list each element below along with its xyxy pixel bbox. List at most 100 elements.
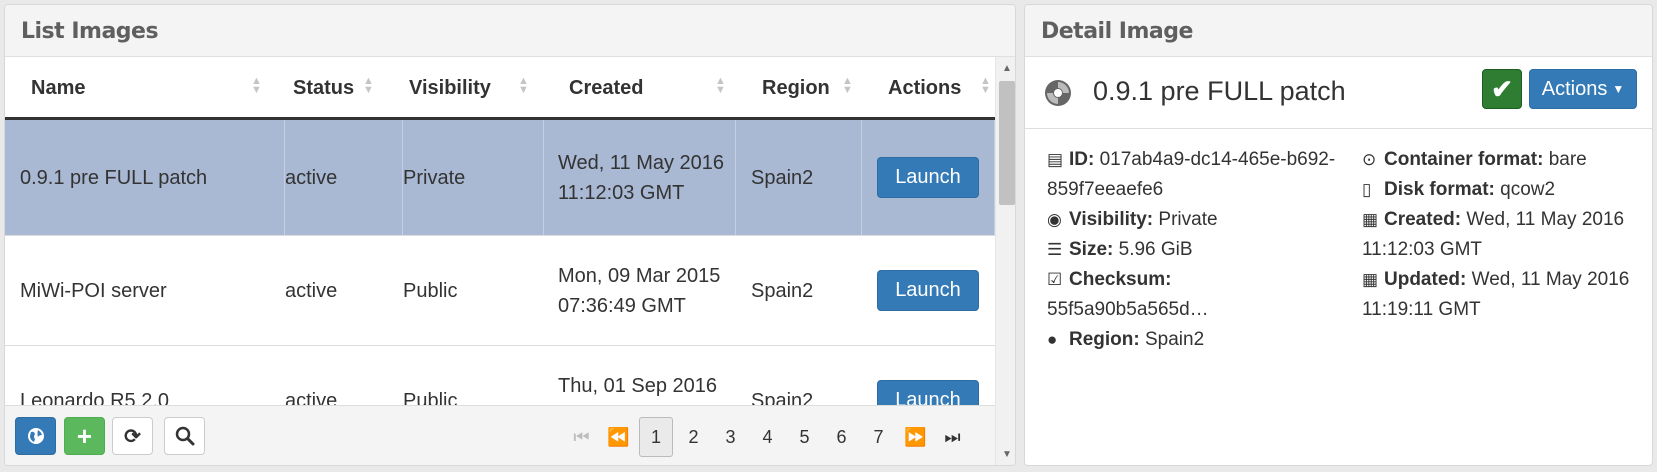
globe-icon: ●: [1047, 330, 1058, 349]
detail-disk-format: ▯ Disk format: qcow2: [1362, 175, 1647, 205]
check-button[interactable]: ✔: [1482, 69, 1522, 109]
table-row[interactable]: 0.9.1 pre FULL patch active Private Wed,…: [5, 120, 995, 236]
server-icon: ☰: [1047, 240, 1063, 259]
column-header-status[interactable]: Status ▲ ▼: [285, 57, 403, 117]
cell-status: active: [285, 120, 403, 235]
disc-icon: [1045, 80, 1071, 106]
add-image-button[interactable]: +: [64, 417, 105, 455]
page-button[interactable]: 4: [749, 417, 786, 457]
scroll-down-arrow-icon[interactable]: ▼: [1002, 449, 1012, 460]
images-table: Name ▲ ▼ Status ▲ ▼ Visibility ▲ ▼ Created …: [5, 57, 995, 405]
dot-circle-icon: ⊙: [1362, 150, 1377, 169]
id-card-icon: ▤: [1047, 150, 1064, 169]
check-square-icon: ☑: [1047, 270, 1063, 289]
list-footer-toolbar: + ⟳ ⏮ ⏪ 1 2 3 4 5 6 7 ⏩ ⏭: [5, 405, 995, 465]
launch-button[interactable]: Launch: [877, 380, 979, 405]
scroll-up-arrow-icon[interactable]: ▲: [1002, 63, 1012, 74]
cell-created: Mon, 09 Mar 2015 07:36:49 GMT: [558, 264, 721, 317]
cell-visibility: Private: [403, 120, 544, 235]
calendar-icon: ▦: [1362, 210, 1379, 229]
checksum-label: Checksum:: [1069, 269, 1172, 290]
cell-created: Wed, 11 May 2016 11:12:03 GMT: [544, 120, 736, 235]
disk-format-value: qcow2: [1500, 179, 1556, 200]
column-header-visibility[interactable]: Visibility ▲ ▼: [403, 57, 544, 117]
refresh-button[interactable]: ⟳: [112, 417, 153, 455]
file-icon: ▯: [1362, 180, 1372, 199]
launch-button[interactable]: Launch: [877, 157, 979, 198]
size-label: Size:: [1069, 239, 1114, 260]
eye-icon: ◉: [1047, 210, 1062, 229]
detail-image-panel: Detail Image 0.9.1 pre FULL patch ✔ Acti…: [1024, 4, 1653, 466]
cell-region: Spain2: [751, 389, 814, 406]
cell-visibility: Public: [403, 279, 458, 302]
refresh-icon: ⟳: [124, 425, 141, 448]
actions-label: Actions: [1541, 77, 1608, 100]
sort-icon: ▲ ▼: [715, 75, 726, 96]
detail-info-left: ▤ ID: 017ab4a9-dc14-465e-b692-859f7eeaefe…: [1047, 145, 1337, 355]
column-visibility-label: Visibility: [409, 77, 491, 99]
cell-status: active: [285, 279, 338, 302]
cell-status: active: [285, 389, 338, 406]
check-icon: ✔: [1491, 73, 1513, 104]
table-scrollbar[interactable]: ▲ ▼: [995, 57, 1015, 465]
actions-dropdown-button[interactable]: Actions ▼: [1529, 69, 1637, 109]
cell-actions: Launch: [862, 236, 995, 345]
first-page-icon[interactable]: ⏮: [563, 417, 600, 457]
region-value: Spain2: [1145, 329, 1205, 350]
sort-icon: ▲ ▼: [251, 75, 262, 96]
cell-actions: Launch: [862, 346, 995, 405]
cell-name: MiWi-POI server: [20, 279, 167, 302]
cell-actions: Launch: [862, 120, 995, 235]
updated-label: Updated:: [1384, 269, 1467, 290]
detail-image-header: 0.9.1 pre FULL patch ✔ Actions ▼: [1025, 57, 1652, 129]
created-label: Created:: [1384, 209, 1462, 230]
detail-image-name: 0.9.1 pre FULL patch: [1093, 76, 1346, 106]
search-icon: [175, 426, 194, 446]
page-button[interactable]: 3: [712, 417, 749, 457]
search-button[interactable]: [164, 417, 205, 455]
detail-panel-title: Detail Image: [1041, 19, 1193, 44]
plus-icon: +: [76, 420, 93, 451]
next-page-icon[interactable]: ⏩: [897, 417, 934, 457]
table-row[interactable]: Leonardo R5 2.0 active Public Thu, 01 Se…: [5, 346, 995, 405]
globe-button[interactable]: [15, 417, 56, 455]
last-page-icon[interactable]: ⏭: [934, 417, 971, 457]
page-button[interactable]: 6: [823, 417, 860, 457]
page-button[interactable]: 5: [786, 417, 823, 457]
detail-checksum: ☑ Checksum: 55f5a90b5a565d…: [1047, 265, 1337, 325]
detail-size: ☰ Size: 5.96 GiB: [1047, 235, 1337, 265]
column-header-actions[interactable]: Actions ▲ ▼: [862, 57, 995, 117]
page-button[interactable]: 2: [675, 417, 712, 457]
scrollbar-thumb[interactable]: [999, 81, 1015, 205]
column-created-label: Created: [569, 77, 644, 99]
launch-button[interactable]: Launch: [877, 270, 979, 311]
detail-id: ▤ ID: 017ab4a9-dc14-465e-b692-859f7eeaefe…: [1047, 145, 1337, 205]
detail-created: ▦ Created: Wed, 11 May 2016 11:12:03 GMT: [1362, 205, 1647, 265]
detail-panel-header: Detail Image: [1025, 5, 1652, 57]
pagination: ⏮ ⏪ 1 2 3 4 5 6 7 ⏩ ⏭: [563, 417, 971, 457]
sort-icon: ▲ ▼: [518, 75, 529, 96]
checksum-value: 55f5a90b5a565d…: [1047, 299, 1209, 320]
visibility-value: Private: [1158, 209, 1218, 230]
detail-visibility: ◉ Visibility: Private: [1047, 205, 1337, 235]
size-value: 5.96 GiB: [1118, 239, 1193, 260]
column-name-label: Name: [31, 77, 86, 99]
column-actions-label: Actions: [888, 77, 962, 99]
id-label: ID:: [1069, 149, 1095, 170]
cell-name: 0.9.1 pre FULL patch: [5, 120, 285, 235]
list-panel-header: List Images: [5, 5, 1015, 57]
column-header-region[interactable]: Region ▲ ▼: [736, 57, 862, 117]
column-header-name[interactable]: Name ▲ ▼: [5, 57, 285, 117]
column-region-label: Region: [762, 77, 830, 99]
container-format-label: Container format:: [1384, 149, 1544, 170]
sort-icon: ▲ ▼: [842, 75, 853, 96]
column-header-created[interactable]: Created ▲ ▼: [544, 57, 736, 117]
table-row[interactable]: MiWi-POI server active Public Mon, 09 Ma…: [5, 236, 995, 346]
prev-page-icon[interactable]: ⏪: [600, 417, 637, 457]
sort-icon: ▲ ▼: [363, 75, 374, 96]
calendar-icon: ▦: [1362, 270, 1379, 289]
list-images-panel: List Images Name ▲ ▼ Status ▲ ▼ Visibility…: [4, 4, 1016, 466]
page-button[interactable]: 7: [860, 417, 897, 457]
column-status-label: Status: [293, 77, 355, 99]
page-button-active[interactable]: 1: [639, 417, 673, 457]
